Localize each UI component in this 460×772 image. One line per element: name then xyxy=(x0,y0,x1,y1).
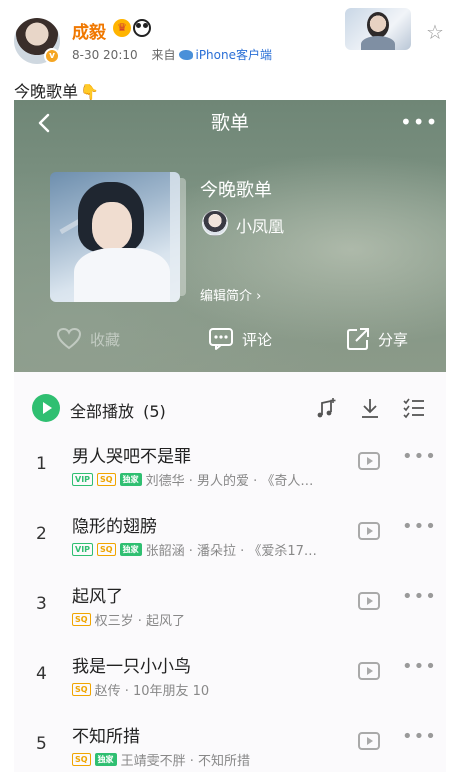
play-all-row[interactable]: 全部播放 (5) xyxy=(14,394,446,424)
username[interactable]: 成毅 xyxy=(72,18,106,43)
song-count: (5) xyxy=(143,402,166,421)
song-more-icon[interactable]: ••• xyxy=(402,726,437,747)
song-index: 1 xyxy=(36,454,47,474)
song-index: 5 xyxy=(36,734,47,754)
point-down-emoji: 👇 xyxy=(80,83,99,101)
creator-avatar[interactable] xyxy=(202,210,228,236)
fan-card[interactable] xyxy=(345,8,411,50)
quality-tag: 独家 xyxy=(94,752,117,766)
quality-tag: SQ xyxy=(97,542,116,556)
mv-play-icon[interactable] xyxy=(358,522,380,540)
nav-title: 歌单 xyxy=(210,112,249,134)
play-circle-icon[interactable] xyxy=(32,394,60,422)
playlist-header: 歌单 ••• 今晚歌单 小凤凰 编辑简介 › 收藏 评论 分享 xyxy=(14,100,446,372)
song-index: 2 xyxy=(36,524,47,544)
song-more-icon[interactable]: ••• xyxy=(402,446,437,467)
post-time: 8-30 20:10 xyxy=(72,48,138,62)
song-index: 3 xyxy=(36,594,47,614)
creator-name[interactable]: 小凤凰 xyxy=(236,213,284,237)
quality-tag: SQ xyxy=(97,472,116,486)
play-all-text: 全部播放 xyxy=(70,402,135,421)
post-header: v 成毅 ♛ 8-30 20:10 来自 iPhone客户端 ☆ xyxy=(0,0,460,72)
mv-play-icon[interactable] xyxy=(358,732,380,750)
song-meta: VIP SQ 独家 张韶涵 · 潘朵拉 · 《爱杀17… xyxy=(72,541,348,557)
comment-button[interactable]: 评论 xyxy=(208,326,272,352)
song-meta: VIP SQ 独家 刘德华 · 男人的爱 · 《奇人… xyxy=(72,471,348,487)
favorite-button[interactable]: 收藏 xyxy=(56,326,120,352)
post-text: 今晚歌单 👇 xyxy=(14,78,99,102)
playlist-card[interactable]: 歌单 ••• 今晚歌单 小凤凰 编辑简介 › 收藏 评论 分享 全部播放 (5)… xyxy=(14,100,446,772)
star-icon[interactable]: ☆ xyxy=(426,22,444,42)
song-row[interactable]: 3 起风了 SQ 权三岁 · 起风了 ••• xyxy=(14,576,446,636)
song-row[interactable]: 1 男人哭吧不是罪 VIP SQ 独家 刘德华 · 男人的爱 · 《奇人… ••• xyxy=(14,436,446,496)
song-artist-album: 赵传 · 10年朋友 10 xyxy=(94,683,210,698)
song-more-icon[interactable]: ••• xyxy=(402,656,437,677)
song-title: 不知所措 xyxy=(72,727,140,747)
song-row[interactable]: 4 我是一只小小鸟 SQ 赵传 · 10年朋友 10 ••• xyxy=(14,646,446,706)
cover-stack-edge xyxy=(180,178,186,296)
post-source-prefix: 来自 xyxy=(151,48,176,62)
quality-tag: SQ xyxy=(72,682,91,696)
song-artist-album: 王靖雯不胖 · 不知所措 xyxy=(120,753,250,768)
edit-intro-link[interactable]: 编辑简介 › xyxy=(200,285,261,304)
comment-icon xyxy=(209,328,233,350)
post-text-body: 今晚歌单 xyxy=(14,82,79,101)
song-meta: SQ 独家 王靖雯不胖 · 不知所措 xyxy=(72,751,348,767)
song-more-icon[interactable]: ••• xyxy=(402,586,437,607)
post-meta: 8-30 20:10 来自 iPhone客户端 xyxy=(72,46,272,63)
share-label: 分享 xyxy=(378,330,409,349)
verified-badge-icon: v xyxy=(44,48,60,64)
mv-play-icon[interactable] xyxy=(358,662,380,680)
song-list-panel: 全部播放 (5) 1 男人哭吧不是罪 VIP SQ 独家刘德华 · 男人的爱 ·… xyxy=(14,372,446,772)
song-title: 起风了 xyxy=(72,587,123,607)
music-note-add-icon[interactable] xyxy=(314,396,338,420)
mv-play-icon[interactable] xyxy=(358,592,380,610)
song-artist-album: 刘德华 · 男人的爱 · 《奇人… xyxy=(145,473,314,488)
song-title: 隐形的翅膀 xyxy=(72,517,157,537)
quality-tag: 独家 xyxy=(119,542,142,556)
song-row[interactable]: 5 不知所措 SQ 独家 王靖雯不胖 · 不知所措 ••• xyxy=(14,716,446,772)
song-artist-album: 权三岁 · 起风了 xyxy=(94,613,185,628)
song-artist-album: 张韶涵 · 潘朵拉 · 《爱杀17… xyxy=(145,543,317,558)
quality-tag: SQ xyxy=(72,612,91,626)
quality-tag: SQ xyxy=(72,752,91,766)
panda-badge-icon[interactable] xyxy=(133,19,151,37)
comment-label: 评论 xyxy=(242,330,273,349)
post-source-app[interactable]: iPhone客户端 xyxy=(195,48,272,62)
quality-tag: VIP xyxy=(72,542,94,556)
quality-tag: VIP xyxy=(72,472,94,486)
quality-tag: 独家 xyxy=(119,472,142,486)
song-index: 4 xyxy=(36,664,47,684)
play-all-label[interactable]: 全部播放 (5) xyxy=(70,398,166,422)
playlist-name: 今晚歌单 xyxy=(200,180,272,201)
song-row[interactable]: 2 隐形的翅膀 VIP SQ 独家 张韶涵 · 潘朵拉 · 《爱杀17… ••• xyxy=(14,506,446,566)
share-icon xyxy=(347,328,369,350)
ellipsis-icon[interactable]: ••• xyxy=(400,110,438,134)
crown-badge-icon[interactable]: ♛ xyxy=(113,19,131,37)
multi-select-icon[interactable] xyxy=(402,396,426,420)
weibo-bird-icon xyxy=(179,50,194,60)
share-button[interactable]: 分享 xyxy=(346,326,408,352)
favorite-label: 收藏 xyxy=(90,330,121,349)
heart-icon xyxy=(56,327,82,350)
song-more-icon[interactable]: ••• xyxy=(402,516,437,537)
song-meta: SQ 赵传 · 10年朋友 10 xyxy=(72,681,348,697)
song-title: 我是一只小小鸟 xyxy=(72,657,191,677)
song-meta: SQ 权三岁 · 起风了 xyxy=(72,611,348,627)
song-title: 男人哭吧不是罪 xyxy=(72,447,191,467)
download-icon[interactable] xyxy=(358,396,382,420)
playlist-cover[interactable] xyxy=(50,172,180,302)
mv-play-icon[interactable] xyxy=(358,452,380,470)
